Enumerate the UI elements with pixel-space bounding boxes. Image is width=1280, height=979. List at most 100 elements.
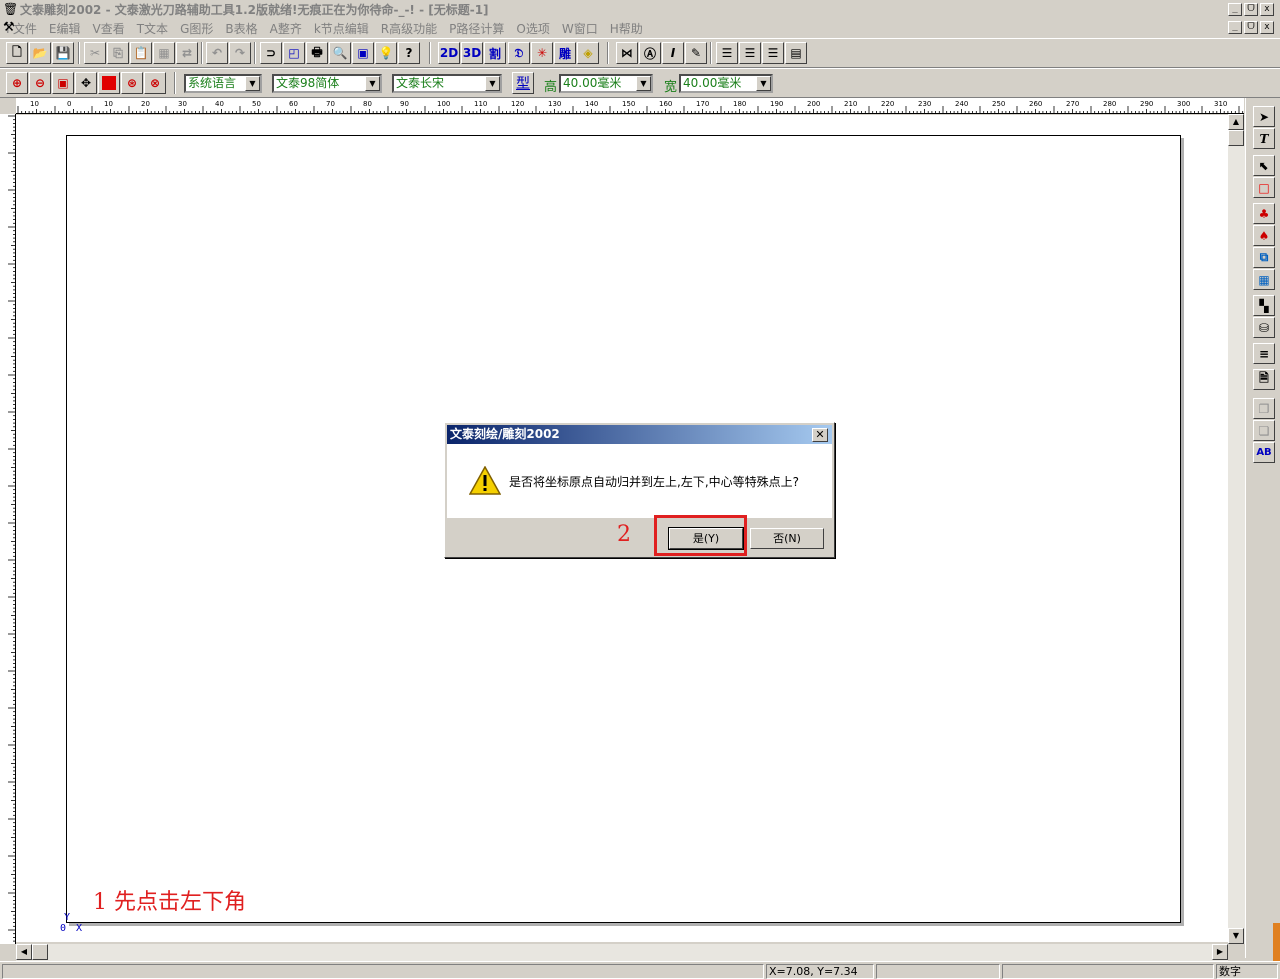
3d-button[interactable]: 3D [461,42,483,64]
mdi-restore-button[interactable]: ᗜ [1244,21,1258,34]
carve-button[interactable]: 雕 [554,42,576,64]
node-edit-icon[interactable]: ⬉ [1253,155,1275,176]
zoom-in-icon[interactable]: ⊕ [6,72,28,94]
select-arrow-icon[interactable]: ➤ [1253,106,1275,127]
menu-view[interactable]: V查看 [87,20,131,37]
redo-icon[interactable]: ↷ [229,42,251,64]
restore-button[interactable]: ᗜ [1244,2,1258,16]
menu-advanced[interactable]: R高级功能 [375,20,443,37]
mdi-minimize-button[interactable]: _ [1228,21,1242,34]
scroll-up-icon[interactable]: ▲ [1228,114,1244,130]
scroll-left-icon[interactable]: ◀ [16,944,32,960]
copy-icon[interactable]: ⎘ [107,42,129,64]
type-button[interactable]: 型 [512,72,534,94]
undo-icon[interactable]: ↶ [206,42,228,64]
menu-edit[interactable]: E编辑 [43,20,87,37]
chevron-down-icon[interactable]: ▼ [485,76,500,91]
cut-output-button[interactable]: 割 [484,42,506,64]
italic-icon[interactable]: I [662,42,684,64]
paragraph-icon[interactable]: ≡ [1253,343,1275,364]
layer-tool-icon[interactable]: ❐ [1253,398,1275,419]
table-tool-icon[interactable]: ▦ [1253,269,1275,290]
duplicate-icon[interactable]: ▦ [153,42,175,64]
align-center-icon[interactable]: ☰ [739,42,761,64]
decode-icon[interactable]: 𝔇 [508,42,530,64]
font-select-1[interactable]: 文泰98简体 ▼ [272,74,382,93]
zoom-page-icon[interactable]: ▣ [52,72,74,94]
color-grid-icon[interactable]: ▚ [1253,295,1275,316]
laser-icon[interactable]: ◈ [577,42,599,64]
minimize-button[interactable]: _ [1228,2,1242,16]
horizontal-ruler[interactable]: 10 0 10 20 30 40 50 60 70 80 90 100 110 120 130 140 150 1… [16,98,1244,114]
menu-text[interactable]: T文本 [131,20,174,37]
font-select-2[interactable]: 文泰长宋 ▼ [392,74,502,93]
chevron-down-icon[interactable]: ▼ [245,76,260,91]
ruler-label: 20 [141,100,150,108]
zoom-actual-icon[interactable]: ⊗ [144,72,166,94]
horizontal-scrollbar[interactable]: ◀ ▶ [16,944,1228,961]
path-icon[interactable]: ✳ [531,42,553,64]
paint-bucket-icon[interactable]: ⛁ [1253,317,1275,338]
help-icon[interactable]: ? [398,42,420,64]
menu-graphics[interactable]: G图形 [174,20,219,37]
replace-icon[interactable]: ⇄ [176,42,198,64]
dialog-title-bar[interactable]: 文泰刻绘/雕刻2002 ✕ [447,425,832,444]
no-button[interactable]: 否(N) [750,528,824,549]
cut-icon[interactable]: ✂ [84,42,106,64]
shape-tool-icon[interactable]: ♠ [1253,225,1275,246]
group-tool-icon[interactable]: ❏ [1253,420,1275,441]
pan-icon[interactable]: ✥ [75,72,97,94]
fill-tool-icon[interactable]: ♣ [1253,203,1275,224]
output-icon[interactable]: ▣ [352,42,374,64]
mdi-close-button[interactable]: x [1260,21,1274,34]
menu-help[interactable]: H帮助 [604,20,649,37]
menu-align[interactable]: A整齐 [264,20,308,37]
vertical-ruler[interactable] [0,114,16,944]
menu-node-edit[interactable]: k节点编辑 [308,20,375,37]
menu-path-calc[interactable]: P路径计算 [443,20,510,37]
tip-bulb-icon[interactable]: 💡 [375,42,397,64]
scroll-right-icon[interactable]: ▶ [1212,944,1228,960]
menu-window[interactable]: W窗口 [556,20,604,37]
outline-text-icon[interactable]: Ⓐ [639,42,661,64]
app-window: 🗑 文泰雕刻2002 - 文泰激光刀路辅助工具1.2版就绪!无痕正在为你待命-_… [0,0,1280,979]
close-button[interactable]: x [1260,2,1274,16]
import-icon[interactable]: ⊃ [260,42,282,64]
page-tool-icon[interactable]: 🗎 [1253,369,1275,390]
scroll-down-icon[interactable]: ▼ [1228,928,1244,944]
zoom-selection-icon[interactable]: ⊛ [121,72,143,94]
save-icon[interactable]: 💾 [52,42,74,64]
scroll-thumb-h[interactable] [32,944,48,960]
vertical-scrollbar[interactable]: ▲ ▼ [1228,114,1245,944]
color-fill-icon[interactable] [98,72,120,94]
width-select[interactable]: 40.00毫米 ▼ [679,74,773,93]
edit-text-icon[interactable]: ✎ [685,42,707,64]
ruler-corner [0,98,16,114]
page-setup-icon[interactable]: ◰ [283,42,305,64]
chevron-down-icon[interactable]: ▼ [365,76,380,91]
scroll-thumb[interactable] [1228,130,1244,146]
print-icon[interactable]: 🖶 [306,42,328,64]
justify-icon[interactable]: ▤ [785,42,807,64]
menu-table[interactable]: B表格 [219,20,263,37]
ab-tool-icon[interactable]: AB [1253,442,1275,463]
language-select[interactable]: 系统语言 ▼ [184,74,262,93]
vector-tool-icon[interactable]: ⋈ [616,42,638,64]
ruler-label: 310 [1214,100,1227,108]
zoom-out-icon[interactable]: ⊖ [29,72,51,94]
menu-options[interactable]: O选项 [510,20,555,37]
2d-button[interactable]: 2D [438,42,460,64]
new-file-icon[interactable]: 🗋 [6,42,28,64]
chevron-down-icon[interactable]: ▼ [756,76,771,91]
chevron-down-icon[interactable]: ▼ [636,76,651,91]
print-preview-icon[interactable]: 🔍 [329,42,351,64]
close-icon[interactable]: ✕ [812,428,828,442]
align-left-icon[interactable]: ☰ [716,42,738,64]
clone-tool-icon[interactable]: ⧉ [1253,247,1275,268]
paste-icon[interactable]: 📋 [130,42,152,64]
height-select[interactable]: 40.00毫米 ▼ [559,74,653,93]
rectangle-tool-icon[interactable]: □ [1253,177,1275,198]
text-tool-icon[interactable]: T [1253,128,1275,149]
open-folder-icon[interactable]: 📂 [29,42,51,64]
align-right-icon[interactable]: ☰ [762,42,784,64]
